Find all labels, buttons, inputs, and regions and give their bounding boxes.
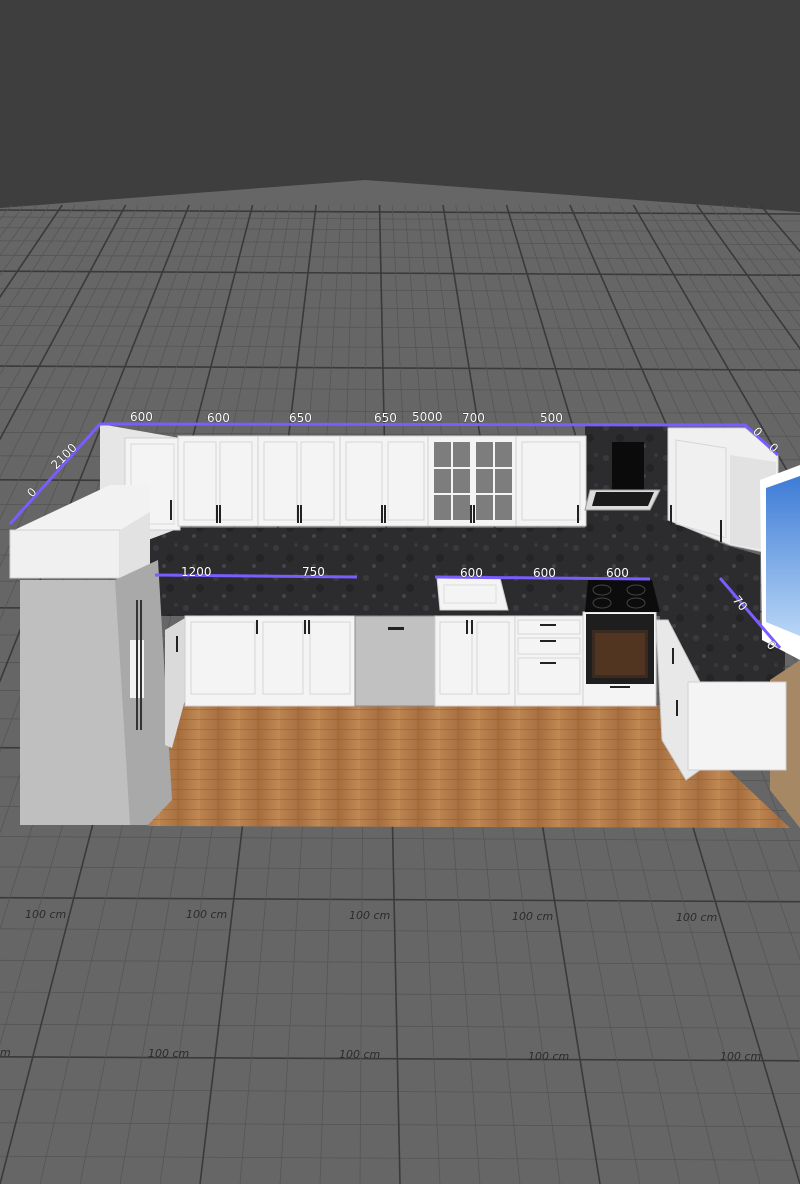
grid-label: 100 cm: [720, 1050, 761, 1063]
grid-label: 100 cm: [148, 1047, 189, 1060]
grid-label: 100 cm: [349, 909, 390, 922]
refrigerator[interactable]: [9, 485, 172, 825]
dim-counter-2: 750: [302, 565, 325, 579]
grid-label: 100 cm: [186, 908, 227, 921]
dim-upper-3: 650: [289, 411, 312, 425]
dim-upper-4: 650: [374, 411, 397, 425]
dim-counter-5: 600: [606, 566, 629, 580]
upper-cabinets[interactable]: [124, 435, 587, 531]
grid-label: 100 cm: [528, 1050, 569, 1063]
dim-upper-7: 500: [540, 411, 563, 425]
dim-upper-2: 600: [207, 411, 230, 425]
dim-counter-3: 600: [460, 566, 483, 580]
dim-upper-1: 600: [130, 410, 153, 424]
grid-label: m: [0, 1046, 11, 1059]
cooktop[interactable]: [585, 580, 660, 612]
grid-label: 100 cm: [339, 1048, 380, 1061]
dim-upper-6: 700: [462, 411, 485, 425]
dim-upper-5: 5000: [412, 410, 443, 424]
3d-viewport[interactable]: 600 600 650 650 5000 700 500 2100 0 0 0 …: [0, 0, 800, 1184]
kitchen-3d-scene[interactable]: 600 600 650 650 5000 700 500 2100 0 0 0 …: [0, 0, 800, 1184]
grid-label: 100 cm: [25, 908, 66, 921]
dim-counter-4: 600: [533, 566, 556, 580]
grid-label: 100 cm: [676, 911, 717, 924]
dim-counter-1: 1200: [181, 565, 212, 579]
sink[interactable]: [436, 577, 509, 611]
grid-label: 100 cm: [512, 910, 553, 923]
